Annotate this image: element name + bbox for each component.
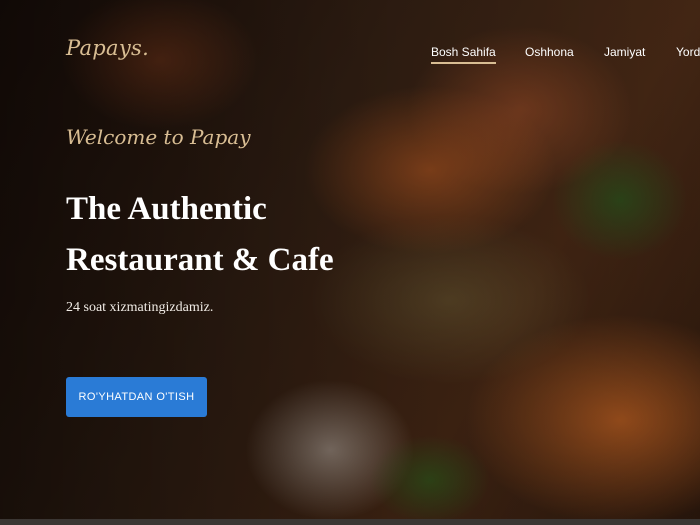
hero-subtitle: 24 soat xizmatingizdamiz.	[66, 300, 214, 315]
nav-item-yord[interactable]: Yord	[676, 45, 700, 62]
hero-headline: The Authentic Restaurant & Cafe	[66, 184, 386, 286]
headline-line-2: Restaurant & Cafe	[66, 242, 334, 278]
nav-item-oshhona[interactable]: Oshhona	[525, 45, 574, 62]
nav-item-jamiyat[interactable]: Jamiyat	[604, 45, 645, 62]
section-divider	[0, 519, 700, 525]
headline-line-1: The Authentic	[66, 191, 267, 227]
welcome-text: Welcome to Papay	[66, 125, 251, 149]
nav-item-bosh-sahifa[interactable]: Bosh Sahifa	[431, 45, 496, 64]
register-button[interactable]: RO'YHATDAN O'TISH	[66, 377, 207, 417]
brand-logo[interactable]: Papays.	[66, 36, 149, 60]
